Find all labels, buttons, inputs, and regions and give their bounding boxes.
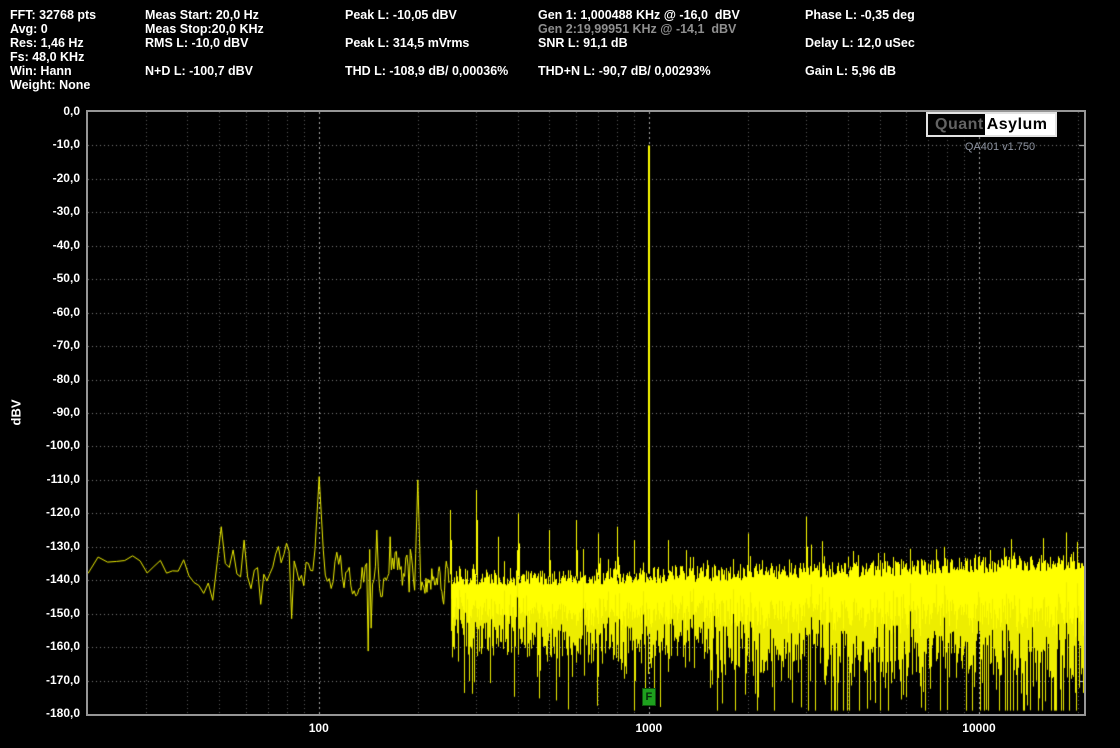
y-tick-label: -180,0 [45, 706, 80, 720]
header-col-acquisition: FFT: 32768 pts Avg: 0 Res: 1,46 Hz Fs: 4… [10, 8, 96, 92]
window-readout: Win: Hann [10, 64, 72, 78]
y-tick-label: -100,0 [45, 438, 80, 453]
thd-readout: THD L: -108,9 dB/ 0,00036% [345, 64, 509, 78]
header-col-measurement: Meas Start: 20,0 Hz Meas Stop:20,0 KHz R… [145, 8, 264, 78]
header-col-peak: Peak L: -10,05 dBV Peak L: 314,5 mVrms T… [345, 8, 508, 78]
resolution-readout: Res: 1,46 Hz [10, 36, 84, 50]
peak-dbv-readout: Peak L: -10,05 dBV [345, 8, 457, 22]
y-tick-label: -80,0 [52, 371, 80, 386]
gen2-readout: Gen 2:19,99951 KHz @ -14,1 dBV [538, 22, 737, 36]
x-tick-label: 1000 [635, 721, 663, 735]
y-tick-label: -140,0 [45, 572, 80, 587]
logo-quant-text: Quant [928, 114, 985, 135]
x-tick-label: 100 [308, 721, 329, 735]
phase-readout: Phase L: -0,35 deg [805, 8, 915, 22]
y-tick-label: -120,0 [45, 505, 80, 520]
snr-readout: SNR L: 91,1 dB [538, 36, 628, 50]
y-tick-label: 0,0 [63, 104, 80, 118]
y-tick-label: -70,0 [52, 338, 80, 353]
y-tick-label: -40,0 [52, 237, 80, 252]
fft-points-readout: FFT: 32768 pts [10, 8, 97, 22]
thdn-readout: THD+N L: -90,7 dB/ 0,00293% [538, 64, 711, 78]
y-tick-label: -30,0 [52, 204, 80, 219]
samplerate-readout: Fs: 48,0 KHz [10, 50, 85, 64]
y-tick-label: -110,0 [46, 471, 80, 486]
y-tick-label: -60,0 [52, 304, 80, 319]
quantasylum-logo: Quant Asylum [926, 112, 1057, 137]
y-tick-label: -130,0 [45, 538, 80, 553]
y-tick-label: -170,0 [45, 672, 80, 687]
qa401-analyzer-window: { "header": { "col1": { "fft": "FFT: 327… [0, 0, 1120, 748]
x-tick-label: 10000 [962, 721, 996, 735]
y-tick-label: -10,0 [52, 137, 80, 152]
y-tick-label: -160,0 [45, 639, 80, 654]
avg-readout: Avg: 0 [10, 22, 48, 36]
meas-stop-readout: Meas Stop:20,0 KHz [145, 22, 264, 36]
firmware-version-label: QA401 v1.750 [964, 141, 1036, 153]
nd-readout: N+D L: -100,7 dBV [145, 64, 254, 78]
y-tick-label: -90,0 [52, 405, 80, 419]
y-tick-label: -50,0 [52, 271, 80, 286]
fundamental-marker[interactable]: F [641, 688, 656, 706]
fft-spectrum-canvas[interactable] [88, 112, 1084, 714]
y-tick-label: -150,0 [45, 605, 80, 620]
spectrum-plot-area[interactable] [86, 110, 1086, 716]
gain-readout: Gain L: 5,96 dB [805, 64, 896, 78]
y-tick-label: -20,0 [52, 170, 80, 185]
rms-readout: RMS L: -10,0 dBV [145, 36, 249, 50]
peak-vrms-readout: Peak L: 314,5 mVrms [345, 36, 470, 50]
delay-readout: Delay L: 12,0 uSec [805, 36, 915, 50]
header-col-phase: Phase L: -0,35 deg Delay L: 12,0 uSec Ga… [805, 8, 915, 78]
meas-start-readout: Meas Start: 20,0 Hz [145, 8, 259, 22]
logo-asylum-text: Asylum [984, 114, 1055, 135]
header-col-generator: Gen 1: 1,000488 KHz @ -16,0 dBV Gen 2:19… [538, 8, 740, 78]
gen1-readout: Gen 1: 1,000488 KHz @ -16,0 dBV [538, 8, 740, 22]
weighting-readout: Weight: None [10, 78, 91, 92]
